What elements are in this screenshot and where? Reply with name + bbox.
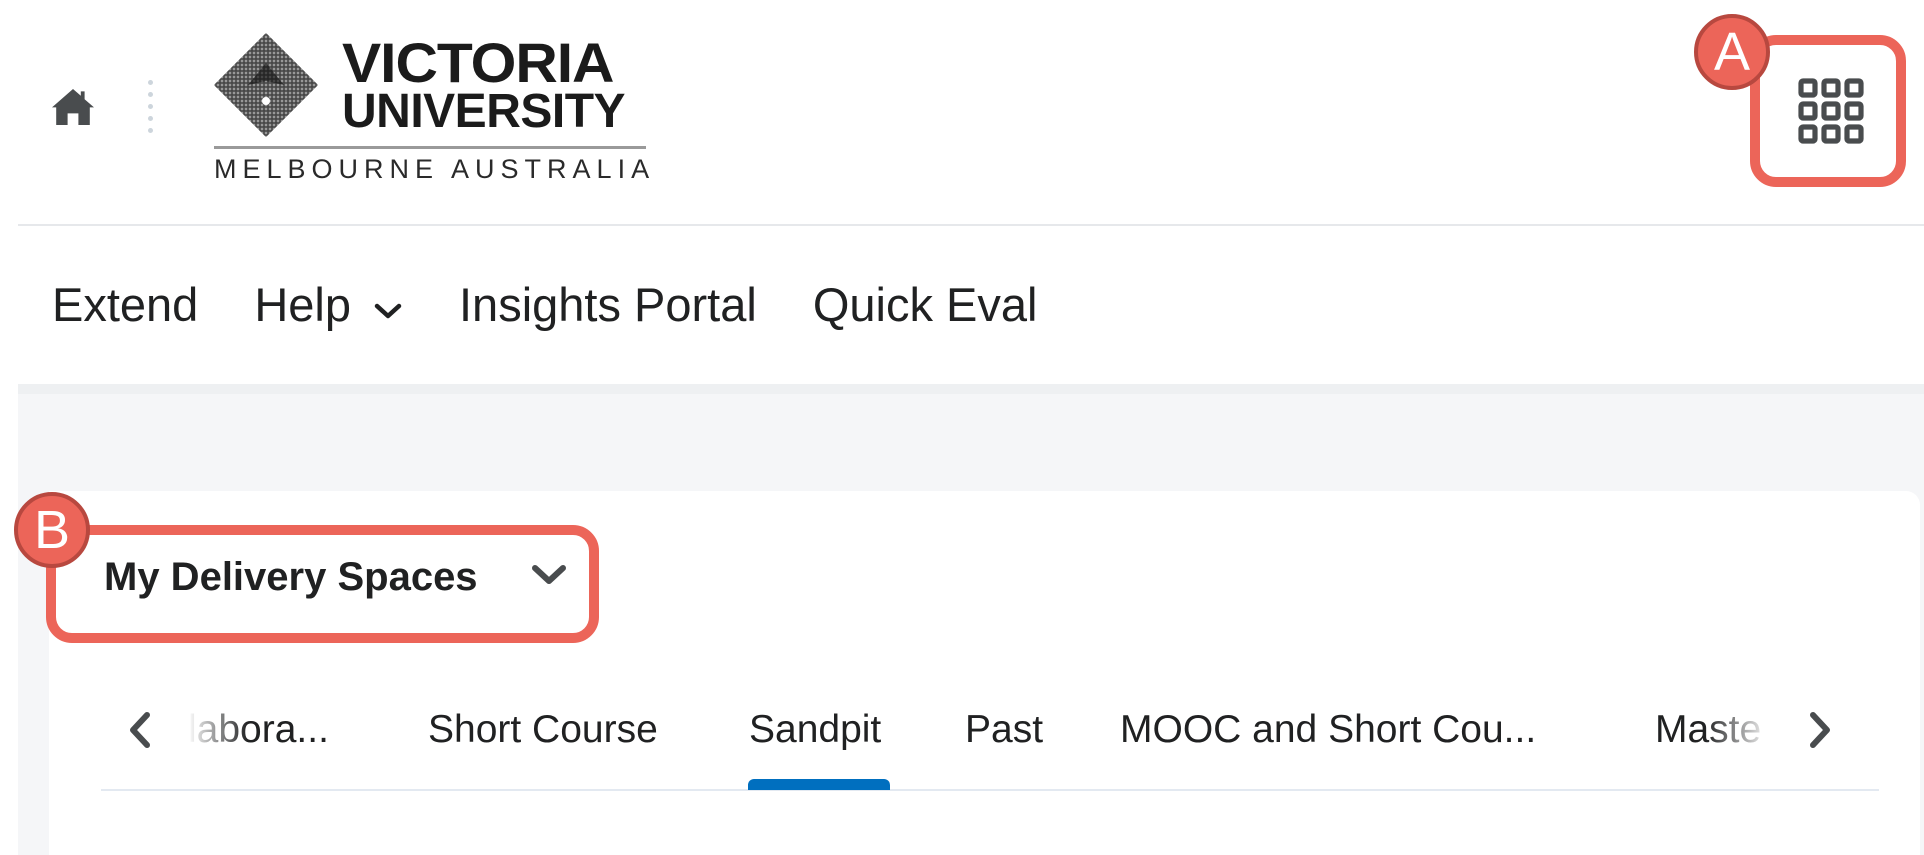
tab-masters[interactable]: Maste: [1655, 700, 1761, 760]
tab-past[interactable]: Past: [965, 700, 1043, 760]
callout-badge-b: B: [14, 492, 90, 568]
tab-short-course[interactable]: Short Course: [428, 700, 658, 760]
logo-divider: [214, 146, 646, 149]
chevron-right-icon: [1810, 712, 1830, 748]
chevron-left-icon: [130, 712, 150, 748]
nav-item-help[interactable]: Help: [254, 277, 403, 332]
logo-title-line1: VICTORIA: [342, 31, 615, 94]
logo-subtitle: MELBOURNE AUSTRALIA: [214, 154, 656, 184]
nav-item-label: Help: [254, 277, 351, 331]
logo-diamond-icon: [214, 33, 318, 137]
active-tab-indicator: [748, 779, 890, 790]
nav-item-label: Insights Portal: [459, 277, 757, 331]
header-divider: [18, 224, 1924, 226]
tabs-baseline: [101, 789, 1879, 791]
university-logo[interactable]: VICTORIA UNIVERSITY MELBOURNE AUSTRALIA: [214, 30, 650, 190]
tab-mooc-and-short-courses[interactable]: MOOC and Short Cou...: [1120, 700, 1536, 760]
callout-box-b: [46, 525, 599, 643]
callout-badge-a: A: [1694, 14, 1770, 90]
tabs-scroll-right-button[interactable]: [1800, 705, 1840, 755]
nav-item-insights-portal[interactable]: Insights Portal: [459, 277, 757, 332]
tabs-scroll-left-button[interactable]: [120, 705, 160, 755]
tab-collaboration[interactable]: labora...: [188, 700, 329, 760]
header-separator: [148, 80, 154, 138]
nav-item-label: Extend: [52, 277, 199, 331]
callout-box-a: [1750, 35, 1906, 187]
nav-item-label: Quick Eval: [812, 277, 1038, 331]
logo-title-line2: UNIVERSITY: [342, 85, 626, 138]
nav-item-extend[interactable]: Extend: [52, 277, 198, 332]
home-button[interactable]: [46, 80, 100, 134]
tab-sandpit[interactable]: Sandpit: [749, 700, 881, 760]
home-icon: [52, 89, 94, 125]
chevron-down-icon: [373, 277, 403, 332]
nav-item-quick-eval[interactable]: Quick Eval: [813, 277, 1038, 332]
main-navigation: Extend Help Insights Portal Quick Eval: [52, 274, 1093, 334]
